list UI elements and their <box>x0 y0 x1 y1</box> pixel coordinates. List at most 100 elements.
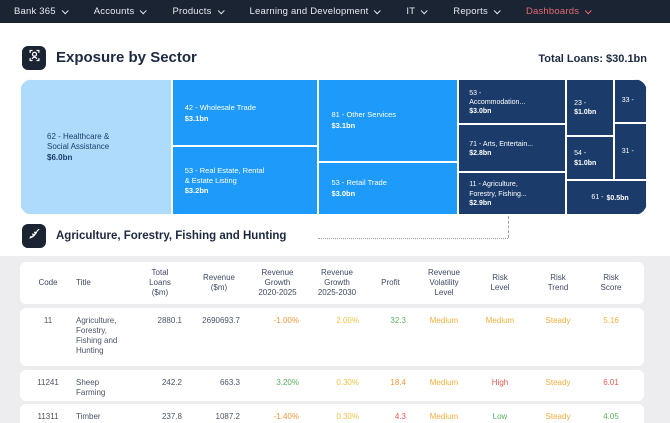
table-cell: Medium <box>485 316 515 325</box>
nav-item-bank-365[interactable]: Bank 365 <box>14 6 69 17</box>
treemap-cell-healthcare[interactable]: 62 - Healthcare & Social Assistance $6.0b… <box>20 79 172 215</box>
column-header-2: Total Loans ($m) <box>149 268 171 297</box>
treemap-cell-label: 33 - <box>621 97 634 105</box>
table-cell: 0.30% <box>336 378 359 387</box>
table-cell: Timber <box>76 412 101 421</box>
treemap-cell-s33[interactable]: 33 - <box>613 79 647 123</box>
treemap-cell-label: 42 - Wholesale Trade <box>184 102 257 112</box>
treemap-cell-other-services[interactable]: 81 - Other Services $3.1bn <box>318 79 459 162</box>
treemap-cell-value: $3.0bn <box>331 189 356 199</box>
treemap-cell-value: $3.1bn <box>331 121 356 131</box>
agriculture-section-icon <box>22 224 46 248</box>
table-cell: Low <box>492 412 508 421</box>
treemap-cell-label: 54 - <box>574 150 587 158</box>
table-cell: High <box>491 378 509 387</box>
nav-item-accounts[interactable]: Accounts <box>93 6 148 17</box>
table-cell: 2690693.7 <box>202 316 240 325</box>
column-header-9: Risk Trend <box>547 273 569 292</box>
scan-target-icon <box>27 48 42 68</box>
treemap-cell-wholesale[interactable]: 42 - Wholesale Trade $3.1bn <box>171 79 319 147</box>
table-row-1[interactable]: 11241 Sheep Farming 242.2 663.3 3.20% 0.30% 18… <box>20 370 644 401</box>
treemap: 62 - Healthcare & Social Assistance $6.0b… <box>20 79 647 215</box>
treemap-cell-s31[interactable]: 31 - <box>613 122 647 181</box>
treemap-cell-label: 53 - Accommodation... <box>469 89 526 106</box>
column-header-4: Revenue Growth 2020-2025 <box>258 268 297 297</box>
chevron-down-icon <box>584 7 592 15</box>
table-cell: Medium <box>429 378 459 387</box>
chevron-down-icon <box>493 7 501 15</box>
nav-item-it[interactable]: IT <box>406 6 429 17</box>
treemap-cell-value: $0.5bn <box>606 194 629 202</box>
treemap-cell-s61[interactable]: 61 - $0.5bn <box>566 180 647 215</box>
table-cell: Steady <box>545 316 571 325</box>
table-cell: Agriculture, Forestry, Fishing and Hunti… <box>76 316 118 355</box>
nav-item-label: Learning and Development <box>249 6 369 17</box>
table-cell: 663.3 <box>219 378 240 387</box>
table-cell: 3.20% <box>276 378 299 387</box>
total-loans-value: Total Loans: $30.1bn <box>538 53 647 65</box>
treemap-cell-label: 53 - Real Estate, Rental & Estate Listin… <box>184 165 265 185</box>
table-cell: Steady <box>545 412 571 421</box>
section-title: Agriculture, Forestry, Fishing and Hunti… <box>56 230 287 242</box>
treemap-cell-value: $3.1bn <box>184 113 209 123</box>
nav-item-dashboards[interactable]: Dashboards <box>525 6 592 17</box>
table-cell: 1087.2 <box>215 412 240 421</box>
treemap-cell-label: 81 - Other Services <box>331 110 397 120</box>
nav-item-label: Dashboards <box>525 6 580 17</box>
page-title: Exposure by Sector <box>56 49 197 66</box>
table-cell: 32.3 <box>390 316 406 325</box>
column-header-10: Risk Score <box>600 273 622 292</box>
treemap-cell-realestate[interactable]: 53 - Real Estate, Rental & Estate Listin… <box>171 146 319 215</box>
table-row-0[interactable]: 11 Agriculture, Forestry, Fishing and Hun… <box>20 308 644 366</box>
nav-item-label: Products <box>172 6 212 17</box>
nav-item-products[interactable]: Products <box>172 6 225 17</box>
treemap-cell-value: $1.0bn <box>574 108 597 116</box>
treemap-cell-accommodation[interactable]: 53 - Accommodation... $3.0bn <box>458 79 567 125</box>
chevron-down-icon <box>61 7 69 15</box>
table-header-row: Code Title Total Loans ($m) Revenue ($m) Rev… <box>20 262 644 304</box>
chevron-down-icon <box>140 7 148 15</box>
treemap-cell-value: $6.0bn <box>47 153 73 163</box>
treemap-cell-value: $3.2bn <box>184 186 209 196</box>
table-cell: Medium <box>429 412 459 421</box>
table-cell: 0.30% <box>336 412 359 421</box>
column-header-6: Profit <box>381 278 400 287</box>
chevron-down-icon <box>420 7 429 15</box>
column-header-5: Revenue Growth 2025-2030 <box>317 268 357 297</box>
treemap-cell-value: $3.0bn <box>469 107 492 115</box>
table-cell: 11241 <box>37 378 59 387</box>
top-nav: Bank 365 Accounts Products Learning and Dev… <box>0 0 670 23</box>
table-cell: 11311 <box>37 412 59 421</box>
table-cell: Medium <box>429 316 459 325</box>
treemap-cell-agriculture[interactable]: 11 - Agriculture, Forestry, Fishing... $2… <box>458 172 567 215</box>
treemap-cell-s23[interactable]: 23 - $1.0bn <box>566 79 614 136</box>
table-cell: 18.4 <box>390 378 406 387</box>
treemap-cell-value: $2.9bn <box>469 199 492 207</box>
table-cell: 2880.1 <box>157 316 182 325</box>
dashboard-page: Bank 365 Accounts Products Learning and Dev… <box>0 0 670 423</box>
table-cell: -1.00% <box>273 316 299 325</box>
table-cell: Sheep Farming <box>76 378 106 397</box>
treemap-cell-label: 23 - <box>574 99 587 107</box>
treemap-cell-retail[interactable]: 53 - Retail Trade $3.0bn <box>318 161 459 215</box>
nav-item-label: Bank 365 <box>14 6 56 17</box>
table-cell: 237.8 <box>161 412 182 421</box>
table-cell: 4.3 <box>394 412 406 421</box>
treemap-cell-s54[interactable]: 54 - $1.0bn <box>566 135 614 181</box>
table-row-2[interactable]: 11311 Timber 237.8 1087.2 -1.40% 0.30% 4.3 Medi… <box>20 404 644 423</box>
treemap-cell-value: $2.8bn <box>469 149 492 157</box>
table-cell: Steady <box>545 378 571 387</box>
exposure-section-icon <box>22 46 46 70</box>
nav-item-learning-and-development[interactable]: Learning and Development <box>249 6 382 17</box>
table-cell: 242.2 <box>161 378 182 387</box>
treemap-cell-label: 11 - Agriculture, Forestry, Fishing... <box>469 181 527 198</box>
treemap-cell-label: 53 - Retail Trade <box>331 178 387 188</box>
connector-vertical-line <box>508 216 509 238</box>
treemap-cell-arts[interactable]: 71 - Arts, Entertain... $2.8bn <box>458 124 567 173</box>
chevron-down-icon <box>217 7 225 15</box>
nav-item-label: Accounts <box>93 6 135 17</box>
nav-item-reports[interactable]: Reports <box>453 6 501 17</box>
table-cell: 6.01 <box>603 378 619 387</box>
nav-item-label: Reports <box>453 6 488 17</box>
table-cell: -1.40% <box>273 412 299 421</box>
